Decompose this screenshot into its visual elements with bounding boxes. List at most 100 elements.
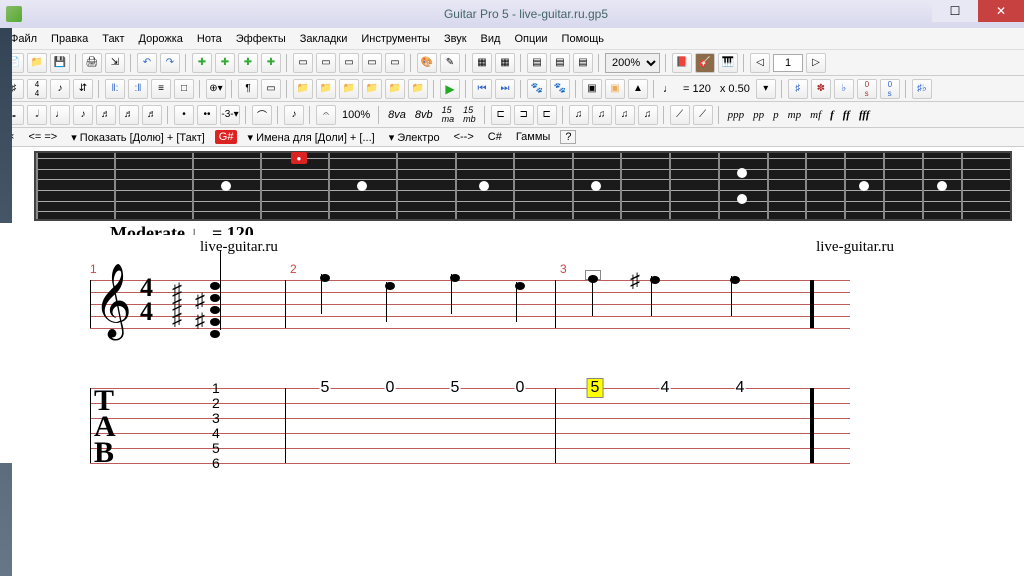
ottava-label[interactable]: 15ma [439, 106, 458, 124]
chord-tool-icon[interactable]: ✽ [811, 79, 831, 99]
tab-staff[interactable]: T A B 1 2 3 4 5 6 5 0 5 0 5 4 4 [90, 388, 974, 463]
fretboard-nav[interactable]: <= => [24, 131, 61, 143]
tool-icon[interactable]: 🎨 [417, 53, 437, 73]
fretboard-tune[interactable]: <--> [450, 131, 478, 143]
tab-fret[interactable]: 0 [385, 379, 396, 397]
tool-icon[interactable]: 0s [857, 79, 877, 99]
menu-view[interactable]: Вид [475, 31, 507, 47]
export-icon[interactable]: ⇲ [105, 53, 125, 73]
tuplet-icon[interactable]: -3-▾ [220, 105, 240, 125]
menu-edit[interactable]: Правка [45, 31, 94, 47]
tool-icon[interactable]: ▤ [527, 53, 547, 73]
folder-icon[interactable]: 📁 [385, 79, 405, 99]
ottava-label[interactable]: 8va [385, 109, 409, 121]
tool-icon[interactable]: ▭ [316, 53, 336, 73]
tool-icon[interactable]: ⟋ [670, 105, 690, 125]
menu-bar-item[interactable]: Такт [96, 31, 130, 47]
ottava-label[interactable]: 15mb [460, 106, 479, 124]
folder-icon[interactable]: 📁 [362, 79, 382, 99]
tempo-dropdown[interactable]: ▾ [756, 79, 776, 99]
tool-icon[interactable]: ✚ [261, 53, 281, 73]
menu-sound[interactable]: Звук [438, 31, 473, 47]
book-icon[interactable]: 📕 [672, 53, 692, 73]
metronome-icon[interactable]: ▲ [628, 79, 648, 99]
tool-icon[interactable]: ▭ [293, 53, 313, 73]
half-note-icon[interactable]: 𝅗𝅥 [27, 105, 47, 125]
note-icon[interactable]: ♬ [119, 105, 139, 125]
tool-icon[interactable]: ▭ [339, 53, 359, 73]
dynamic-ppp[interactable]: ppp [725, 109, 748, 121]
tool-icon[interactable]: ▦ [472, 53, 492, 73]
folder-icon[interactable]: 📁 [293, 79, 313, 99]
tool-icon[interactable]: ✚ [192, 53, 212, 73]
paw-icon[interactable]: 🐾 [527, 79, 547, 99]
tool-icon[interactable]: ⊏ [537, 105, 557, 125]
tool-icon[interactable]: 0s [880, 79, 900, 99]
fretboard-show-dropdown[interactable]: ▾ Показать [Долю] + [Такт] [67, 131, 209, 144]
folder-icon[interactable]: 📁 [316, 79, 336, 99]
dynamic-fff[interactable]: fff [856, 109, 873, 121]
save-icon[interactable]: 💾 [50, 53, 70, 73]
page-input[interactable] [773, 54, 803, 72]
tab-fret-selected[interactable]: 5 [587, 378, 604, 398]
skip-start-icon[interactable]: ⏮ [472, 79, 492, 99]
timesig-icon[interactable]: 44 [27, 79, 47, 99]
tool-icon[interactable]: ▭ [385, 53, 405, 73]
tool-icon[interactable]: ▣ [582, 79, 602, 99]
tool-icon[interactable]: ⊕▾ [206, 79, 226, 99]
tab-fret[interactable]: 4 [660, 379, 671, 397]
tool-icon[interactable]: ¶ [238, 79, 258, 99]
dynamic-f[interactable]: f [827, 109, 837, 121]
undo-icon[interactable]: ↶ [137, 53, 157, 73]
menu-effects[interactable]: Эффекты [230, 31, 292, 47]
tool-icon[interactable]: ⟋ [693, 105, 713, 125]
close-button[interactable]: ✕ [978, 0, 1024, 22]
tool-icon[interactable]: ▤ [550, 53, 570, 73]
menu-options[interactable]: Опции [508, 31, 553, 47]
redo-icon[interactable]: ↷ [160, 53, 180, 73]
repeat-end-icon[interactable]: :‖ [128, 79, 148, 99]
dynamic-ff[interactable]: ff [840, 109, 853, 121]
note-icon[interactable]: ♬ [142, 105, 162, 125]
flat-tool-icon[interactable]: ♭ [834, 79, 854, 99]
folder-icon[interactable]: 📁 [408, 79, 428, 99]
double-dot-icon[interactable]: •• [197, 105, 217, 125]
prev-icon[interactable]: ◁ [750, 53, 770, 73]
repeat-start-icon[interactable]: ‖: [105, 79, 125, 99]
next-icon[interactable]: ▷ [806, 53, 826, 73]
fretboard-key[interactable]: C# [484, 131, 506, 143]
dynamic-pp[interactable]: pp [750, 109, 767, 121]
fermata-icon[interactable]: 𝄐 [316, 105, 336, 125]
maximize-button[interactable]: ☐ [932, 0, 978, 22]
quarter-note-icon[interactable]: ♩ [50, 105, 70, 125]
print-icon[interactable]: 🖨 [82, 53, 102, 73]
tool-icon[interactable]: ♫ [592, 105, 612, 125]
tool-icon[interactable]: ♯♭ [912, 79, 932, 99]
tab-fret[interactable]: 0 [515, 379, 526, 397]
tool-icon[interactable]: ⇵ [73, 79, 93, 99]
tool-icon[interactable]: ▦ [495, 53, 515, 73]
keyboard-icon[interactable]: 🎹 [718, 53, 738, 73]
notation-staff[interactable]: 𝄞 44 ♯ ♯ ♯ 1 2 3 ♯ ♯ [90, 280, 974, 328]
sixteenth-note-icon[interactable]: ♬ [96, 105, 116, 125]
play-button[interactable]: ▶ [440, 79, 460, 99]
fretboard[interactable]: ● [34, 151, 1012, 221]
menu-track[interactable]: Дорожка [133, 31, 189, 47]
folder-icon[interactable]: 📁 [339, 79, 359, 99]
zoom-select[interactable]: 200% [605, 53, 660, 73]
tool-icon[interactable]: ≡ [151, 79, 171, 99]
open-file-icon[interactable]: 📁 [27, 53, 47, 73]
menu-help[interactable]: Помощь [556, 31, 611, 47]
ottava-label[interactable]: 8vb [412, 109, 436, 121]
menu-tools[interactable]: Инструменты [355, 31, 436, 47]
tool-icon[interactable]: ♪ [50, 79, 70, 99]
tool-icon[interactable]: ♫ [569, 105, 589, 125]
tab-fret[interactable]: 5 [450, 379, 461, 397]
menu-bookmarks[interactable]: Закладки [294, 31, 354, 47]
tie-icon[interactable]: ⌒ [252, 105, 272, 125]
fretboard-help-icon[interactable]: ? [560, 130, 576, 144]
fretboard-icon[interactable]: 🎸 [695, 53, 715, 73]
dot-icon[interactable]: • [174, 105, 194, 125]
menu-note[interactable]: Нота [191, 31, 228, 47]
dynamic-p[interactable]: p [770, 109, 782, 121]
